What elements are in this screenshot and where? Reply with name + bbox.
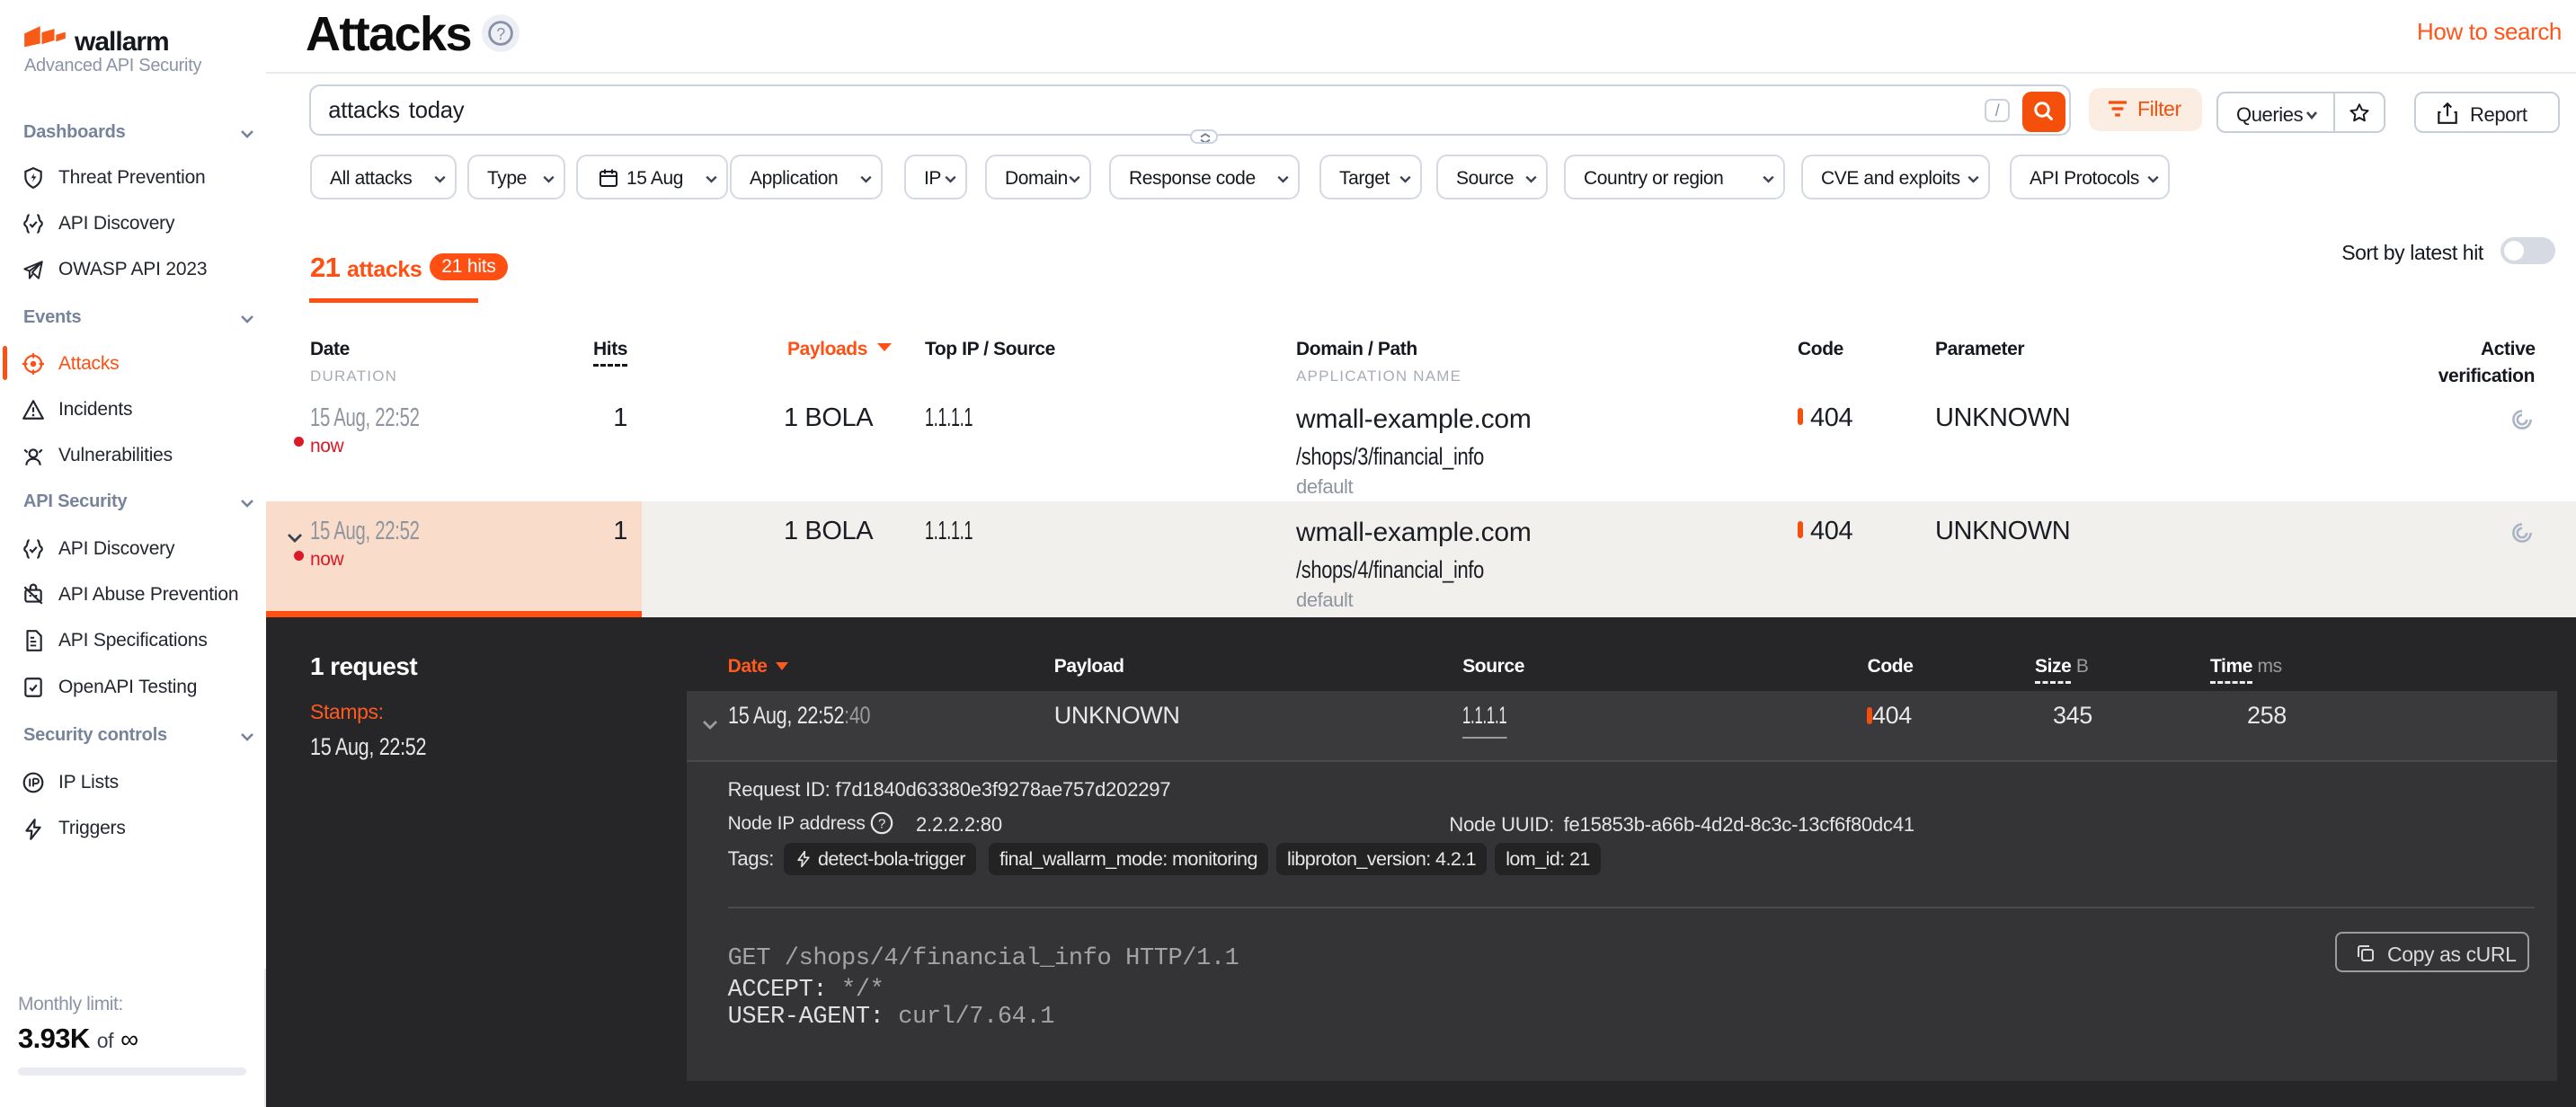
svg-text:?: ? <box>878 817 885 832</box>
svg-text:?: ? <box>496 25 505 43</box>
